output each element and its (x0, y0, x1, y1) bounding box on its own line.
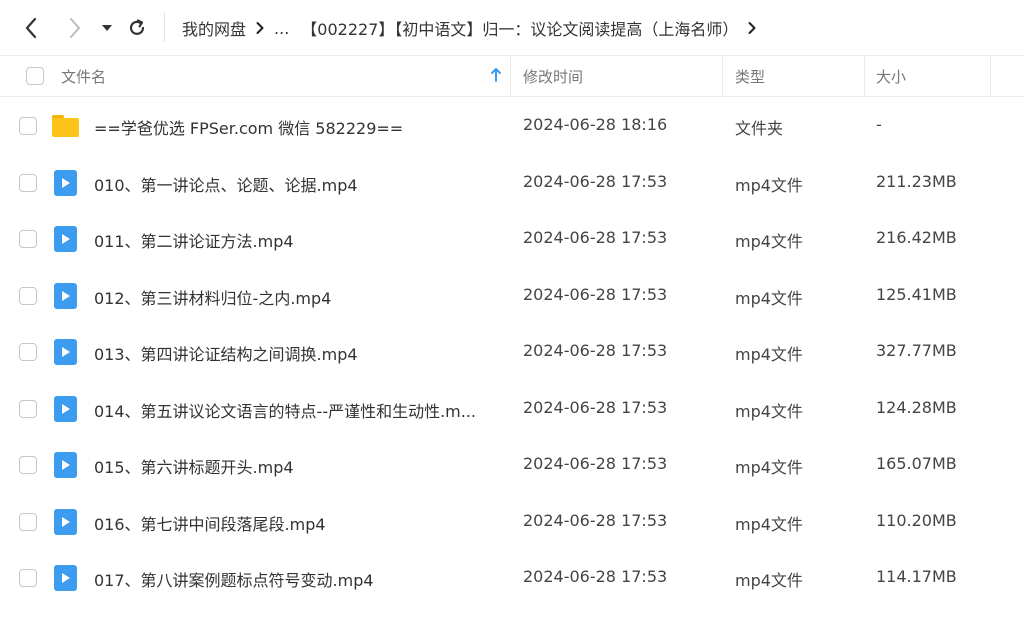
file-name[interactable]: 012、第三讲材料归位-之内.mp4 (94, 285, 504, 309)
video-icon (52, 282, 79, 309)
file-list-header: 文件名 修改时间 类型 大小 (0, 55, 1024, 97)
file-row[interactable]: 015、第六讲标题开头.mp4 2024-06-28 17:53 mp4文件 1… (0, 437, 1024, 494)
select-all-cell (26, 56, 44, 96)
chevron-left-icon (25, 17, 37, 39)
row-checkbox[interactable] (19, 456, 37, 474)
file-type: mp4文件 (735, 571, 803, 590)
file-type: mp4文件 (735, 345, 803, 364)
column-header-name[interactable]: 文件名 (61, 56, 106, 96)
sort-ascending-icon[interactable] (490, 67, 502, 83)
column-divider[interactable] (722, 56, 723, 96)
file-modified: 2024-06-28 17:53 (523, 341, 668, 360)
video-icon (52, 565, 79, 591)
file-name[interactable]: ==学爸优选 FPSer.com 微信 582229== (94, 115, 504, 139)
video-icon (52, 226, 79, 252)
history-dropdown-button[interactable] (96, 14, 118, 42)
file-size: 211.23MB (876, 171, 957, 191)
video-icon (52, 169, 79, 196)
file-type: mp4文件 (735, 288, 803, 308)
back-button[interactable] (18, 14, 44, 42)
file-row[interactable]: ==学爸优选 FPSer.com 微信 582229== 2024-06-28 … (0, 98, 1024, 155)
file-size: 114.17MB (876, 567, 957, 586)
file-size: 110.20MB (876, 510, 957, 530)
toolbar-divider (164, 12, 165, 42)
breadcrumb-root[interactable]: 我的网盘 (182, 16, 246, 40)
file-type: mp4文件 (735, 401, 803, 421)
breadcrumb-ellipsis[interactable]: ... (274, 19, 289, 38)
file-modified: 2024-06-28 17:53 (523, 454, 668, 473)
file-type: mp4文件 (735, 458, 803, 477)
column-divider[interactable] (864, 56, 865, 96)
caret-down-icon (102, 25, 112, 31)
breadcrumb: 我的网盘 ... 【002227】【初中语文】归一：议论文阅读提高（上海名师） (182, 14, 756, 42)
file-row[interactable]: 010、第一讲论点、论题、论据.mp4 2024-06-28 17:53 mp4… (0, 155, 1024, 212)
file-size: 124.28MB (876, 397, 957, 417)
row-checkbox[interactable] (19, 230, 37, 248)
file-row[interactable]: 012、第三讲材料归位-之内.mp4 2024-06-28 17:53 mp4文… (0, 268, 1024, 325)
breadcrumb-expand-icon[interactable] (748, 21, 756, 35)
file-name[interactable]: 010、第一讲论点、论题、论据.mp4 (94, 172, 504, 196)
column-header-type[interactable]: 类型 (735, 56, 765, 96)
breadcrumb-separator-icon (256, 21, 264, 35)
file-name[interactable]: 013、第四讲论证结构之间调换.mp4 (94, 341, 504, 365)
refresh-icon (129, 19, 145, 35)
video-icon (52, 395, 79, 422)
row-checkbox[interactable] (19, 343, 37, 361)
row-checkbox[interactable] (19, 399, 37, 418)
folder-icon (52, 113, 79, 139)
file-size: 125.41MB (876, 284, 957, 304)
row-checkbox[interactable] (19, 512, 37, 531)
file-size: 216.42MB (876, 228, 957, 247)
chevron-right-icon (70, 18, 80, 38)
file-type: mp4文件 (735, 175, 803, 195)
forward-button[interactable] (62, 14, 88, 42)
file-name[interactable]: 011、第二讲论证方法.mp4 (94, 228, 504, 252)
file-size: 327.77MB (876, 341, 957, 360)
row-checkbox[interactable] (19, 569, 37, 587)
video-icon (52, 508, 79, 535)
file-list: ==学爸优选 FPSer.com 微信 582229== 2024-06-28 … (0, 98, 1024, 607)
file-type: mp4文件 (735, 232, 803, 251)
column-header-modified[interactable]: 修改时间 (523, 56, 583, 96)
column-divider[interactable] (990, 56, 991, 96)
column-header-size[interactable]: 大小 (876, 56, 906, 96)
file-row[interactable]: 011、第二讲论证方法.mp4 2024-06-28 17:53 mp4文件 2… (0, 211, 1024, 268)
file-type: mp4文件 (735, 514, 803, 534)
breadcrumb-current[interactable]: 【002227】【初中语文】归一：议论文阅读提高（上海名师） (301, 16, 738, 40)
file-modified: 2024-06-28 18:16 (523, 115, 668, 134)
column-divider[interactable] (510, 56, 511, 96)
file-row[interactable]: 016、第七讲中间段落尾段.mp4 2024-06-28 17:53 mp4文件… (0, 494, 1024, 551)
file-size: - (876, 115, 882, 134)
video-icon (52, 339, 79, 365)
file-modified: 2024-06-28 17:53 (523, 228, 668, 247)
row-checkbox[interactable] (19, 286, 37, 305)
refresh-button[interactable] (124, 14, 150, 42)
file-modified: 2024-06-28 17:53 (523, 284, 668, 304)
file-name[interactable]: 016、第七讲中间段落尾段.mp4 (94, 511, 504, 535)
file-row[interactable]: 013、第四讲论证结构之间调换.mp4 2024-06-28 17:53 mp4… (0, 324, 1024, 381)
file-name[interactable]: 014、第五讲议论文语言的特点--严谨性和生动性.m... (94, 398, 504, 422)
file-type: 文件夹 (735, 119, 784, 138)
row-checkbox[interactable] (19, 117, 37, 135)
video-icon (52, 452, 79, 478)
file-name[interactable]: 017、第八讲案例题标点符号变动.mp4 (94, 567, 504, 591)
toolbar: 我的网盘 ... 【002227】【初中语文】归一：议论文阅读提高（上海名师） (0, 0, 1024, 55)
file-row[interactable]: 014、第五讲议论文语言的特点--严谨性和生动性.m... 2024-06-28… (0, 381, 1024, 438)
file-name[interactable]: 015、第六讲标题开头.mp4 (94, 454, 504, 478)
file-modified: 2024-06-28 17:53 (523, 510, 668, 530)
row-checkbox[interactable] (19, 173, 37, 192)
file-row[interactable]: 017、第八讲案例题标点符号变动.mp4 2024-06-28 17:53 mp… (0, 550, 1024, 607)
file-modified: 2024-06-28 17:53 (523, 397, 668, 417)
file-size: 165.07MB (876, 454, 957, 473)
select-all-checkbox[interactable] (26, 67, 44, 85)
file-modified: 2024-06-28 17:53 (523, 171, 668, 191)
file-modified: 2024-06-28 17:53 (523, 567, 668, 586)
